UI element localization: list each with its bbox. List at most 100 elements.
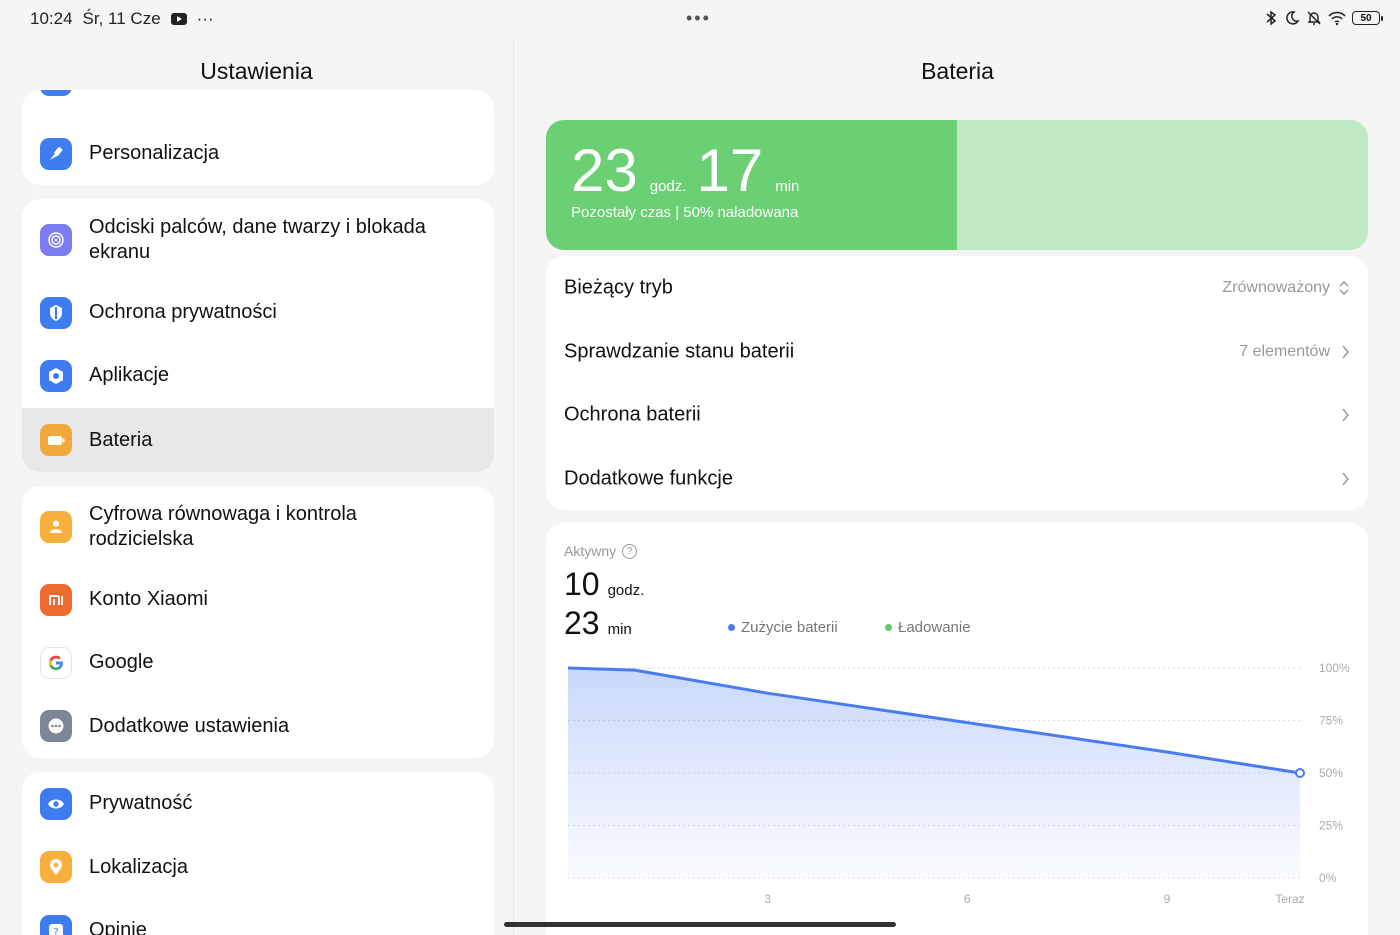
active-minutes-unit: min <box>607 621 632 638</box>
up-down-chevron-icon <box>1339 280 1349 295</box>
usage-point-current <box>1295 768 1305 778</box>
status-icons: 50 <box>1264 10 1383 26</box>
help-icon[interactable]: ? <box>622 543 638 559</box>
remaining-hours-unit: godz. <box>649 178 687 195</box>
active-hours-value: 10 <box>564 566 600 602</box>
active-hours: 10 godz. <box>564 565 644 603</box>
notification-more: ··· <box>196 9 214 28</box>
settings-item-label: Ochrona prywatności <box>89 301 277 323</box>
apps-gear-icon <box>40 359 72 392</box>
settings-item-xiaomi-account[interactable]: Konto Xiaomi <box>22 568 494 631</box>
y-tick-label: 50% <box>1319 766 1343 780</box>
settings-item-label: Odciski palców, dane twarzy i blokada ek… <box>89 216 426 263</box>
row-label: Ochrona baterii <box>564 403 701 425</box>
remaining-minutes-unit: min <box>775 178 800 195</box>
settings-group-2: Odciski palców, dane twarzy i blokada ek… <box>22 199 494 472</box>
settings-item-google[interactable]: Google <box>22 631 494 694</box>
active-hours-unit: godz. <box>607 582 645 599</box>
settings-item-additional[interactable]: Dodatkowe ustawienia <box>22 694 494 758</box>
battery-detail-pane: Bateria 23 godz. 17 min Pozostały czas |… <box>515 40 1400 935</box>
shield-icon <box>40 296 72 329</box>
legend-label: Zużycie baterii <box>741 619 838 636</box>
settings-item-label: Personalizacja <box>89 142 220 164</box>
row-value: Zrównoważony <box>1222 278 1330 296</box>
google-icon <box>40 646 72 679</box>
status-date: Śr, 11 Cze <box>82 9 161 28</box>
multitask-dots[interactable]: ••• <box>686 8 711 29</box>
settings-item-label: Bateria <box>89 428 153 451</box>
home-indicator[interactable] <box>504 922 896 927</box>
remaining-hours: 23 <box>571 137 638 204</box>
settings-list-pane: Ustawienia Personalizacja Odciski palców… <box>0 40 514 935</box>
row-additional-features[interactable]: Dodatkowe funkcje <box>546 447 1368 510</box>
eye-icon <box>40 787 72 820</box>
battery-level-chart: 100% 75% 50% 25% 0% 3 6 9 Teraz <box>567 661 1350 906</box>
usage-area <box>568 668 1300 878</box>
settings-item-feedback[interactable]: ? Opinie <box>22 899 494 935</box>
settings-item-label: Lokalizacja <box>89 855 188 878</box>
settings-item-label: Konto Xiaomi <box>89 588 208 610</box>
chevron-right-icon <box>1342 472 1349 485</box>
brush-icon <box>40 137 72 170</box>
battery-options-card: Bieżący tryb Zrównoważony Sprawdzanie st… <box>546 256 1368 510</box>
scrolled-item-icon <box>40 90 72 96</box>
y-tick-label: 100% <box>1319 661 1350 675</box>
legend-dot-green <box>885 624 892 631</box>
row-current-mode[interactable]: Bieżący tryb Zrównoważony <box>546 256 1368 319</box>
battery-usage-card: Aktywny ? 10 godz. 23 min Zużycie bateri… <box>546 523 1368 935</box>
detail-title: Bateria <box>921 58 994 84</box>
settings-item-location[interactable]: Lokalizacja <box>22 835 494 899</box>
remaining-subtitle: Pozostały czas | 50% naładowana <box>571 204 799 221</box>
settings-item-personalizacja[interactable]: Personalizacja <box>22 122 494 185</box>
moon-icon <box>1286 11 1300 25</box>
status-time: 10:24 <box>30 9 73 28</box>
settings-item-label: Cyfrowa równowaga i kontrola rodzicielsk… <box>89 503 357 550</box>
legend-charging[interactable]: Ładowanie <box>885 619 971 636</box>
location-icon <box>40 851 72 883</box>
x-tick-label: 3 <box>764 892 771 906</box>
wifi-icon <box>1328 11 1346 26</box>
y-tick-label: 75% <box>1319 714 1343 728</box>
legend-usage[interactable]: Zużycie baterii <box>728 619 838 636</box>
settings-item-label: Dodatkowe ustawienia <box>89 714 290 737</box>
row-label: Bieżący tryb <box>564 276 673 298</box>
settings-item-battery[interactable]: Bateria <box>22 408 494 472</box>
settings-item-privacy-protection[interactable]: Ochrona prywatności <box>22 281 494 344</box>
feedback-icon: ? <box>40 914 72 935</box>
active-minutes-value: 23 <box>564 605 600 641</box>
bluetooth-icon <box>1266 10 1277 26</box>
settings-group-4: Prywatność Lokalizacja ? Opinie <box>22 772 494 935</box>
chevron-right-icon <box>1342 408 1349 421</box>
battery-status-icon: 50 <box>1352 11 1383 25</box>
wellbeing-icon <box>40 511 72 543</box>
y-tick-label: 0% <box>1319 871 1337 885</box>
fingerprint-icon <box>40 224 72 256</box>
settings-item-label: Prywatność <box>89 792 193 814</box>
settings-item-label: Opinie <box>89 919 147 935</box>
settings-item-fingerprint[interactable]: Odciski palców, dane twarzy i blokada ek… <box>22 199 494 281</box>
active-minutes: 23 min <box>564 604 632 642</box>
settings-item-wellbeing[interactable]: Cyfrowa równowaga i kontrola rodzicielsk… <box>22 486 494 568</box>
x-tick-label: Teraz <box>1275 892 1304 906</box>
settings-item-apps[interactable]: Aplikacje <box>22 344 494 407</box>
battery-remaining-card: 23 godz. 17 min Pozostały czas | 50% nał… <box>546 120 1368 250</box>
active-time-label: Aktywny <box>564 543 617 559</box>
x-tick-label: 6 <box>964 892 971 906</box>
y-tick-label: 25% <box>1319 819 1343 833</box>
chevron-right-icon <box>1342 345 1349 358</box>
youtube-notification-icon <box>170 13 187 25</box>
page-title: Ustawienia <box>200 58 313 84</box>
remaining-time: 23 godz. 17 min <box>571 136 809 206</box>
settings-item-privacy[interactable]: Prywatność <box>22 772 494 835</box>
row-battery-health[interactable]: Sprawdzanie stanu baterii 7 elementów <box>546 320 1368 383</box>
settings-group-1: Personalizacja <box>22 90 494 185</box>
settings-item-label: Google <box>89 651 154 673</box>
legend-label: Ładowanie <box>898 619 971 636</box>
active-time-label-row: Aktywny ? <box>564 543 638 559</box>
row-battery-protection[interactable]: Ochrona baterii <box>546 383 1368 446</box>
row-label: Sprawdzanie stanu baterii <box>564 340 795 362</box>
settings-group-3: Cyfrowa równowaga i kontrola rodzicielsk… <box>22 486 494 758</box>
x-tick-label: 9 <box>1164 892 1171 906</box>
legend-dot-blue <box>728 624 735 631</box>
status-left: 10:24 Śr, 11 Cze ··· <box>30 9 214 29</box>
